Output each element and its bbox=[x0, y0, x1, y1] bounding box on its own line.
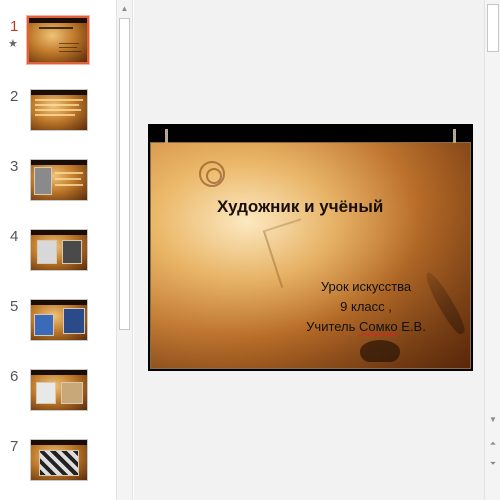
star-icon: ★ bbox=[8, 38, 18, 50]
previous-slide-icon[interactable]: ⏶ bbox=[485, 436, 500, 452]
slide-thumbnail-7[interactable] bbox=[30, 439, 88, 481]
thumbnail-scrollbar[interactable]: ▲ bbox=[116, 0, 133, 500]
slide-thumbnail-3[interactable] bbox=[30, 159, 88, 201]
slide-number: 6 bbox=[10, 368, 19, 385]
slide-thumbnail-1[interactable] bbox=[26, 15, 90, 65]
slide-editing-area: Художник и учёный Урок искусства 9 класс… bbox=[134, 0, 484, 500]
scrollbar-thumb[interactable] bbox=[487, 4, 499, 52]
slide-thumbnail-6[interactable] bbox=[30, 369, 88, 411]
current-slide[interactable]: Художник и учёный Урок искусства 9 класс… bbox=[148, 124, 473, 371]
subtitle-line-1: Урок искусства bbox=[320, 279, 412, 294]
slide-thumbnail-5[interactable] bbox=[30, 299, 88, 341]
slide-number: 1 bbox=[10, 18, 19, 35]
slide-thumbnail-pane: 1 ★ 2 3 4 5 6 7 bbox=[0, 0, 116, 500]
thumbnail-row-2[interactable]: 2 bbox=[0, 88, 116, 148]
thumbnail-row-6[interactable]: 6 bbox=[0, 368, 116, 428]
scrollbar-thumb[interactable] bbox=[119, 18, 130, 330]
slide-subtitle[interactable]: Урок искусства 9 класс , Учитель Сомко Е… bbox=[281, 277, 451, 337]
slide-number: 2 bbox=[10, 88, 19, 105]
slide-thumbnail-2[interactable] bbox=[30, 89, 88, 131]
scroll-up-arrow-icon[interactable]: ▲ bbox=[117, 0, 132, 17]
slide-scrollbar[interactable]: ▼ ⏶ ⏷ bbox=[484, 0, 500, 500]
thumbnail-row-7[interactable]: 7 bbox=[0, 438, 116, 498]
subtitle-line-2: 9 класс , bbox=[340, 299, 392, 314]
slide-background-image: Художник и учёный Урок искусства 9 класс… bbox=[150, 129, 471, 369]
scroll-down-arrow-icon[interactable]: ▼ bbox=[485, 412, 500, 428]
slide-title[interactable]: Художник и учёный bbox=[217, 197, 383, 217]
slide-thumbnail-4[interactable] bbox=[30, 229, 88, 271]
slide-number: 4 bbox=[10, 228, 19, 245]
next-slide-icon[interactable]: ⏷ bbox=[485, 456, 500, 472]
slide-number: 3 bbox=[10, 158, 19, 175]
thumbnail-row-5[interactable]: 5 bbox=[0, 298, 116, 358]
slide-number: 7 bbox=[10, 438, 19, 455]
thumbnail-row-4[interactable]: 4 bbox=[0, 228, 116, 288]
thumbnail-row-3[interactable]: 3 bbox=[0, 158, 116, 218]
powerpoint-window: 1 ★ 2 3 4 5 6 7 ▲ Художник и учёный Урок… bbox=[0, 0, 500, 500]
slide-number: 5 bbox=[10, 298, 19, 315]
misspelled-word: Сомко bbox=[359, 319, 398, 334]
subtitle-line-3: Учитель Сомко Е.В. bbox=[306, 319, 426, 334]
thumbnail-row-1[interactable]: 1 ★ bbox=[0, 15, 116, 78]
